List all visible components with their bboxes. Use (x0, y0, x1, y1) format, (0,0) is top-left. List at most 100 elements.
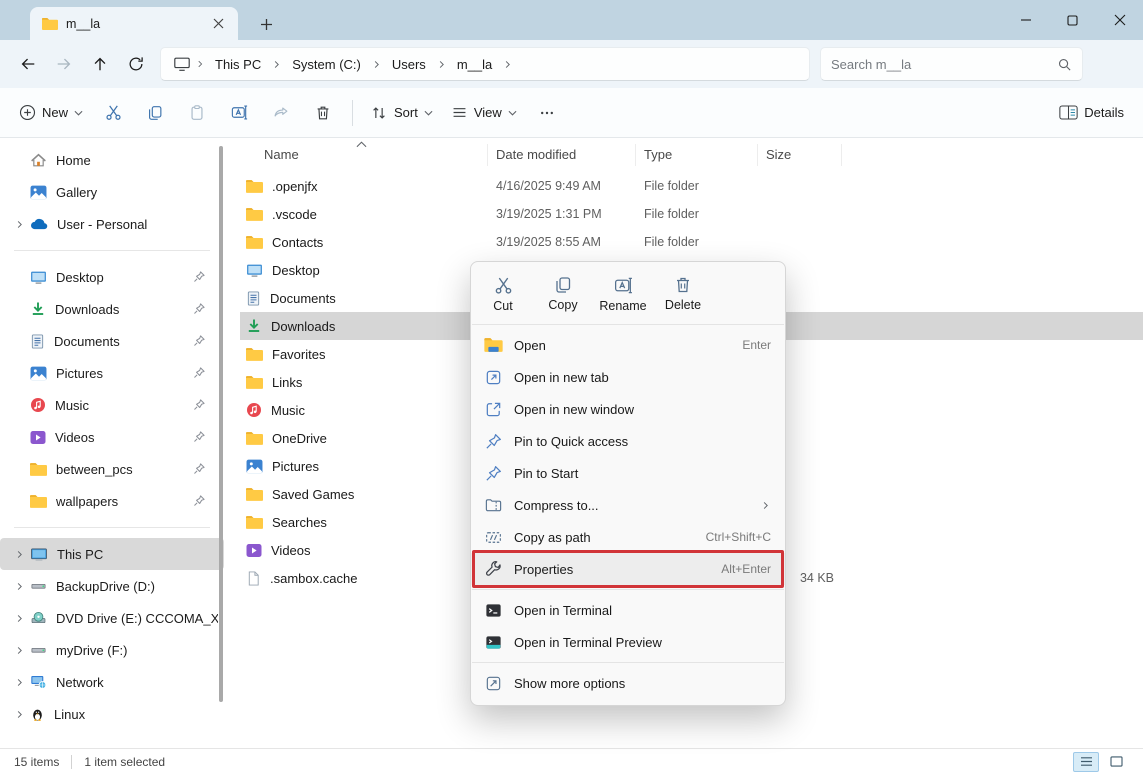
videos-icon (30, 430, 46, 445)
compress-icon (483, 495, 503, 515)
menu-item-pin-to-quick-access[interactable]: Pin to Quick access (471, 425, 785, 457)
menu-item-shortcut: Enter (742, 338, 771, 352)
details-pane-icon (1059, 104, 1078, 121)
menu-item-open-in-terminal-preview[interactable]: Open in Terminal Preview (471, 626, 785, 658)
sidebar-item-dvd-drive-e-cccoma-x64f[interactable]: DVD Drive (E:) CCCOMA_X64F (2, 602, 218, 634)
menu-item-compress-to[interactable]: Compress to... (471, 489, 785, 521)
menu-item-label: Open in Terminal (514, 603, 771, 618)
new-button[interactable]: New (10, 95, 92, 131)
details-button[interactable]: Details (1050, 95, 1133, 131)
breadcrumb-item-system-c[interactable]: System (C:) (286, 54, 367, 75)
expand-chevron-icon[interactable] (8, 613, 30, 624)
file-row-openjfx[interactable]: .openjfx4/16/2025 9:49 AMFile folder (240, 172, 1143, 200)
quick-action-copy[interactable]: Copy (533, 273, 593, 315)
column-header-type[interactable]: Type (636, 144, 758, 166)
expand-chevron-icon[interactable] (8, 645, 30, 656)
copy-button[interactable] (134, 95, 176, 131)
expand-chevron-icon[interactable] (8, 549, 30, 560)
minimize-button[interactable] (1002, 0, 1049, 40)
breadcrumb-item-users[interactable]: Users (386, 54, 432, 75)
desktop-icon (246, 262, 263, 279)
sort-ascending-icon (356, 136, 367, 151)
menu-item-copy-as-path[interactable]: Copy as pathCtrl+Shift+C (471, 521, 785, 553)
sidebar-item-this-pc[interactable]: This PC (0, 538, 224, 570)
expand-chevron-icon[interactable] (8, 709, 30, 720)
menu-item-open-in-new-tab[interactable]: Open in new tab (471, 361, 785, 393)
back-icon[interactable] (10, 46, 46, 82)
more-options-icon[interactable] (526, 95, 568, 131)
sidebar-item-backupdrive-d[interactable]: BackupDrive (D:) (2, 570, 218, 602)
sidebar-item-documents[interactable]: Documents (2, 325, 218, 357)
menu-divider (472, 662, 784, 663)
menu-item-open-in-terminal[interactable]: Open in Terminal (471, 594, 785, 626)
list-header: Name Date modified Type Size (240, 140, 1143, 170)
sidebar-separator (14, 250, 210, 251)
quick-action-delete[interactable]: Delete (653, 273, 713, 315)
sidebar-item-gallery[interactable]: Gallery (2, 176, 218, 208)
search-box[interactable] (820, 47, 1083, 81)
sidebar-item-wallpapers[interactable]: wallpapers (2, 485, 218, 517)
close-button[interactable] (1096, 0, 1143, 40)
file-row-vscode[interactable]: .vscode3/19/2025 1:31 PMFile folder (240, 200, 1143, 228)
breadcrumb-item-this-pc[interactable]: This PC (209, 54, 267, 75)
menu-item-show-more-options[interactable]: Show more options (471, 667, 785, 699)
thispc-icon (30, 546, 48, 563)
maximize-button[interactable] (1049, 0, 1096, 40)
drive-icon (30, 578, 47, 594)
file-row-contacts[interactable]: Contacts3/19/2025 8:55 AMFile folder (240, 228, 1143, 256)
sidebar-item-label: Network (56, 675, 218, 690)
column-header-size[interactable]: Size (758, 144, 842, 166)
sidebar-item-pictures[interactable]: Pictures (2, 357, 218, 389)
sort-button[interactable]: Sort (361, 95, 442, 131)
share-button[interactable] (260, 95, 302, 131)
sidebar-item-mydrive-f[interactable]: myDrive (F:) (2, 634, 218, 666)
folder-icon (246, 235, 263, 250)
new-tab-button[interactable] (252, 10, 280, 38)
column-header-date[interactable]: Date modified (488, 144, 636, 166)
sidebar-item-linux[interactable]: Linux (2, 698, 218, 730)
sidebar-scrollbar[interactable] (219, 146, 223, 702)
sidebar-item-user-personal[interactable]: User - Personal (2, 208, 218, 240)
search-input[interactable] (831, 57, 1057, 72)
quick-action-cut[interactable]: Cut (473, 273, 533, 315)
navigation-bar: This PC System (C:) Users m__la (0, 40, 1143, 88)
expand-chevron-icon[interactable] (8, 677, 30, 688)
icons-view-icon[interactable] (1103, 752, 1129, 772)
breadcrumb-item-m-la[interactable]: m__la (451, 54, 498, 75)
forward-icon[interactable] (46, 46, 82, 82)
sidebar-item-downloads[interactable]: Downloads (2, 293, 218, 325)
sidebar-item-home[interactable]: Home (2, 144, 218, 176)
sidebar-item-between-pcs[interactable]: between_pcs (2, 453, 218, 485)
new-button-label: New (42, 105, 68, 120)
menu-item-open[interactable]: OpenEnter (471, 329, 785, 361)
sidebar-item-desktop[interactable]: Desktop (2, 261, 218, 293)
dvd-icon (30, 610, 47, 626)
menu-item-properties[interactable]: PropertiesAlt+Enter (471, 553, 785, 585)
rename-button[interactable] (218, 95, 260, 131)
quick-action-rename[interactable]: Rename (593, 273, 653, 315)
file-name: Searches (272, 515, 327, 530)
paste-button[interactable] (176, 95, 218, 131)
delete-button[interactable] (302, 95, 344, 131)
details-view-icon[interactable] (1073, 752, 1099, 772)
expand-chevron-icon[interactable] (8, 219, 30, 230)
sidebar-item-network[interactable]: Network (2, 666, 218, 698)
up-icon[interactable] (82, 46, 118, 82)
sidebar-item-label: Documents (54, 334, 192, 349)
tab-close-icon[interactable] (206, 12, 230, 36)
terminal-icon (483, 600, 503, 620)
explorer-tab[interactable]: m__la (30, 7, 238, 40)
file-type: File folder (636, 235, 758, 249)
view-button[interactable]: View (442, 95, 526, 131)
linux-icon (30, 706, 45, 723)
sidebar-item-videos[interactable]: Videos (2, 421, 218, 453)
address-bar[interactable]: This PC System (C:) Users m__la (160, 47, 810, 81)
sidebar-item-music[interactable]: Music (2, 389, 218, 421)
open-new-window-icon (483, 399, 503, 419)
sidebar-item-label: BackupDrive (D:) (56, 579, 218, 594)
expand-chevron-icon[interactable] (8, 581, 30, 592)
cut-button[interactable] (92, 95, 134, 131)
refresh-icon[interactable] (118, 46, 154, 82)
menu-item-pin-to-start[interactable]: Pin to Start (471, 457, 785, 489)
menu-item-open-in-new-window[interactable]: Open in new window (471, 393, 785, 425)
